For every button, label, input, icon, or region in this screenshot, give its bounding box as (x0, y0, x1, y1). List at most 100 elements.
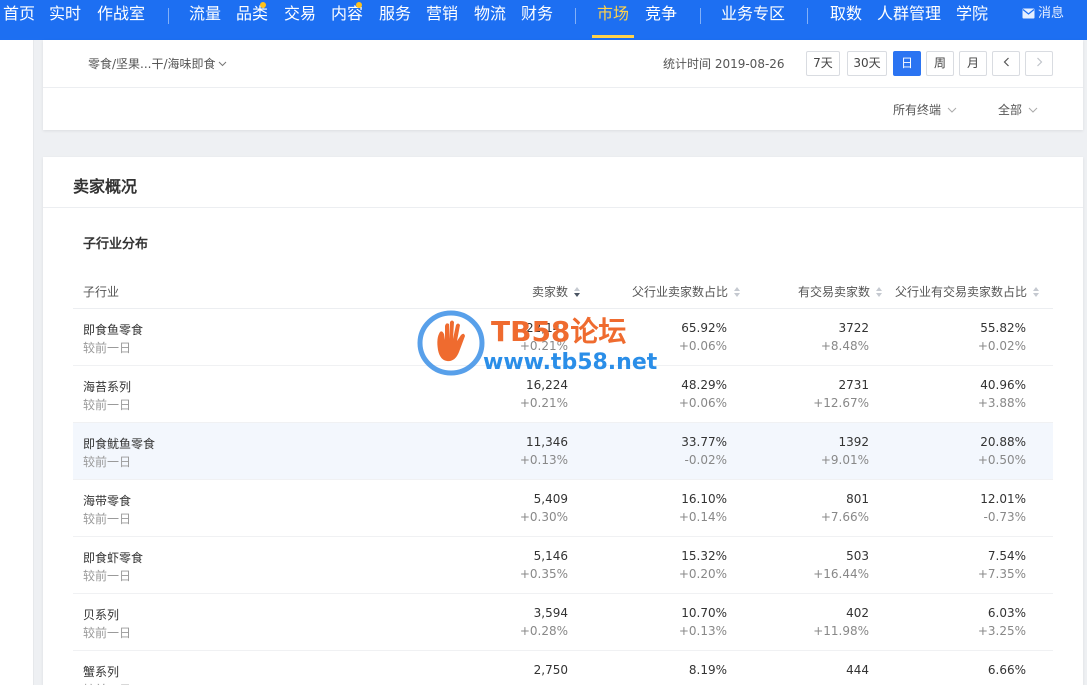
trading-sellers-change: +9.01% (820, 453, 869, 467)
trading-share-value: 6.03% (987, 606, 1026, 620)
sort-icon (734, 287, 740, 297)
compare-label: 较前一日 (83, 681, 131, 685)
sellers-change: +0.35% (519, 567, 568, 581)
sellers-change: +0.30% (519, 510, 568, 524)
top-nav: 首页 实时 作战室 流量 品类 交易 内容 服务 营销 物流 财务 市场 竞争 … (0, 0, 1087, 40)
sort-desc-icon (574, 287, 580, 297)
nav-item-finance[interactable]: 财务 (521, 0, 553, 40)
trading-sellers-value: 444 (846, 663, 869, 677)
nav-item-marketing[interactable]: 营销 (426, 0, 458, 40)
trading-sellers-value: 1392 (838, 435, 869, 449)
trading-share-change: -0.73% (983, 510, 1026, 524)
nav-item-market-label: 市场 (597, 4, 630, 23)
range-30d-button[interactable]: 30天 (847, 51, 887, 76)
messages-button[interactable]: 消息 (1022, 0, 1064, 28)
next-date-button[interactable] (1025, 51, 1053, 76)
range-week-button[interactable]: 周 (926, 51, 954, 76)
compare-label: 较前一日 (83, 455, 132, 469)
category-breadcrumb[interactable]: 零食/坚果...干/海味即食 (88, 55, 227, 72)
trading-share-value: 12.01% (980, 492, 1026, 506)
chevron-down-icon (947, 102, 957, 116)
sellers-value: 3,594 (533, 606, 568, 620)
compare-label: 较前一日 (83, 398, 132, 412)
table-row[interactable]: 即食鱿鱼零食 较前一日 11,346 +0.13% 33.77% -0.02% … (73, 423, 1053, 480)
sellers-change: +0.13% (519, 453, 568, 467)
breadcrumb-label: 零食/坚果...干/海味即食 (88, 57, 216, 71)
new-dot-icon (356, 2, 362, 8)
nav-item-competition[interactable]: 竞争 (645, 0, 677, 40)
subindustry-name: 海苔系列 (83, 380, 132, 394)
sellers-value: 2,750 (533, 663, 568, 677)
share-change: +0.14% (678, 510, 727, 524)
nav-item-crowd-management[interactable]: 人群管理 (877, 0, 941, 40)
share-value: 48.29% (681, 378, 727, 392)
nav-item-logistics[interactable]: 物流 (474, 0, 506, 40)
nav-item-home[interactable]: 首页 (3, 0, 35, 40)
prev-date-button[interactable] (992, 51, 1020, 76)
terminal-select-label: 所有终端 (893, 103, 942, 117)
trading-sellers-value: 3722 (838, 321, 869, 335)
nav-divider (807, 8, 808, 24)
compare-label: 较前一日 (83, 626, 132, 640)
stat-time: 统计时间 2019-08-26 (663, 57, 785, 71)
nav-item-market[interactable]: 市场 (592, 0, 635, 40)
sellers-change: +0.28% (519, 624, 568, 638)
compare-label: 较前一日 (83, 341, 132, 355)
watermark-title: TB58论坛 (491, 315, 627, 348)
subindustry-name: 蟹系列 (83, 665, 120, 679)
nav-item-realtime[interactable]: 实时 (49, 0, 81, 40)
table-header: 子行业 卖家数 父行业卖家数占比 有交易卖家数 父行业有交易卖家数占比 (73, 273, 1053, 309)
nav-item-business-zone[interactable]: 业务专区 (721, 0, 785, 40)
range-7d-button[interactable]: 7天 (806, 51, 840, 76)
nav-item-academy[interactable]: 学院 (956, 0, 988, 40)
column-header-trading-share[interactable]: 父行业有交易卖家数占比 (895, 283, 1040, 300)
nav-divider (700, 8, 701, 24)
nav-item-category[interactable]: 品类 (236, 0, 268, 40)
trading-sellers-change: +7.66% (820, 510, 869, 524)
messages-label: 消息 (1038, 6, 1065, 21)
share-value: 15.32% (681, 549, 727, 563)
terminal-select[interactable]: 所有终端 (893, 101, 957, 118)
seller-overview-card: 卖家概况 子行业分布 子行业 卖家数 父行业卖家数占比 有交易卖家数 父行业有交… (43, 157, 1083, 685)
new-dot-icon (260, 2, 266, 8)
nav-item-data-fetch[interactable]: 取数 (830, 0, 862, 40)
trading-sellers-change: +8.48% (820, 339, 869, 353)
table-row[interactable]: 蟹系列 较前一日 2,750 8.19% 444 6.66% (73, 651, 1053, 685)
nav-item-content[interactable]: 内容 (331, 0, 363, 40)
sellers-change: +0.21% (519, 396, 568, 410)
mail-icon (1022, 8, 1035, 19)
active-underline (592, 35, 635, 38)
nav-item-war-room[interactable]: 作战室 (97, 0, 145, 40)
column-header-subindustry: 子行业 (83, 285, 120, 299)
share-change: +0.06% (678, 339, 727, 353)
column-header-trading-sellers[interactable]: 有交易卖家数 (798, 283, 883, 300)
nav-item-trade[interactable]: 交易 (284, 0, 316, 40)
nav-item-traffic[interactable]: 流量 (189, 0, 221, 40)
scope-select-label: 全部 (998, 103, 1023, 117)
column-header-sellers[interactable]: 卖家数 (532, 283, 581, 300)
hand-logo-icon (417, 310, 485, 376)
filter-row: 零食/坚果...干/海味即食 统计时间 2019-08-26 7天 30天 日 … (43, 40, 1083, 88)
trading-sellers-change: +11.98% (813, 624, 869, 638)
trading-share-value: 20.88% (980, 435, 1026, 449)
column-header-trading-sellers-label: 有交易卖家数 (797, 285, 870, 299)
share-value: 65.92% (681, 321, 727, 335)
watermark-url: www.tb58.net (483, 350, 658, 375)
nav-item-service[interactable]: 服务 (379, 0, 411, 40)
subindustry-name: 贝系列 (83, 608, 120, 622)
table-row[interactable]: 海带零食 较前一日 5,409 +0.30% 16.10% +0.14% 801… (73, 480, 1053, 537)
subindustry-name: 海带零食 (83, 494, 132, 508)
share-value: 8.19% (688, 663, 727, 677)
table-row[interactable]: 即食虾零食 较前一日 5,146 +0.35% 15.32% +0.20% 50… (73, 537, 1053, 594)
range-day-button[interactable]: 日 (893, 51, 921, 76)
table-row[interactable]: 贝系列 较前一日 3,594 +0.28% 10.70% +0.13% 402 … (73, 594, 1053, 651)
trading-share-value: 6.66% (987, 663, 1026, 677)
column-header-sellers-label: 卖家数 (531, 285, 568, 299)
compare-label: 较前一日 (83, 569, 132, 583)
filter-bar: 零食/坚果...干/海味即食 统计时间 2019-08-26 7天 30天 日 … (43, 40, 1083, 130)
column-header-share[interactable]: 父行业卖家数占比 (632, 283, 741, 300)
share-change: +0.20% (678, 567, 727, 581)
range-month-button[interactable]: 月 (959, 51, 987, 76)
scope-select[interactable]: 全部 (998, 101, 1038, 118)
sellers-value: 11,346 (526, 435, 568, 449)
